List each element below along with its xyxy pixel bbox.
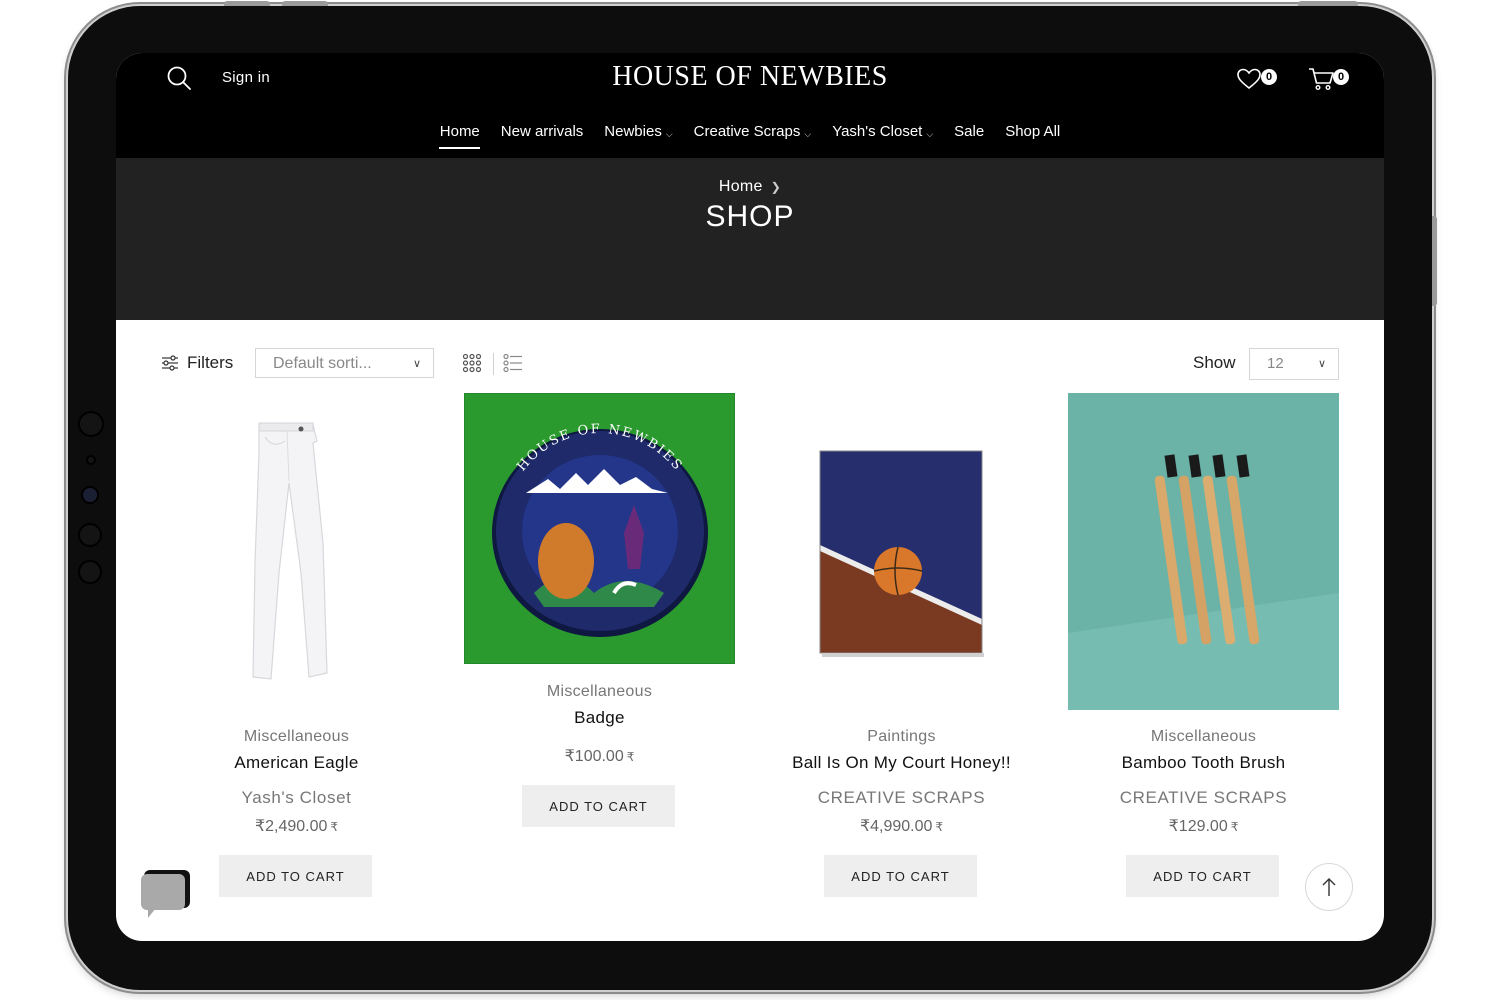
grid-view-icon[interactable] <box>462 353 482 373</box>
arrow-up-icon <box>1322 878 1336 896</box>
price-value: ₹100.00 <box>564 748 624 765</box>
product-category: Miscellaneous <box>1150 728 1257 745</box>
product-card[interactable]: Miscellaneous Bamboo Tooth Brush CREATIV… <box>1068 393 1339 903</box>
breadcrumb-home-link[interactable]: Home <box>719 178 763 195</box>
sort-select[interactable]: Default sorti... ∨ <box>255 348 434 378</box>
chevron-right-icon: ❯ <box>770 180 782 194</box>
filters-label: Filters <box>187 353 234 372</box>
product-image-toothbrushes[interactable] <box>1068 393 1339 710</box>
nav-label: Creative Scraps <box>693 123 801 140</box>
add-to-cart-button[interactable]: ADD TO CART <box>219 855 372 897</box>
filters-button[interactable]: Filters <box>161 353 233 373</box>
cart-icon[interactable] <box>1308 67 1336 91</box>
device-sensor <box>80 525 100 545</box>
nav-item-yashs-closet[interactable]: Yash's Closet ⌵ <box>822 123 944 149</box>
page-title: SHOP <box>705 200 795 233</box>
currency-symbol: ₹ <box>626 750 635 764</box>
chevron-down-icon: ⌵ <box>665 129 673 139</box>
nav-item-newbies[interactable]: Newbies ⌵ <box>594 123 683 149</box>
back-to-top-button[interactable] <box>1305 863 1353 911</box>
brand-logo[interactable]: HOUSE OF NEWBIES <box>116 61 1384 93</box>
site-header: Sign in HOUSE OF NEWBIES 0 0 Home New ar… <box>116 53 1384 158</box>
list-view-icon[interactable] <box>503 353 523 373</box>
nav-item-creative-scraps[interactable]: Creative Scraps ⌵ <box>683 123 822 149</box>
product-card[interactable]: Paintings Ball Is On My Court Honey!! CR… <box>766 393 1037 903</box>
product-price: ₹100.00 ₹ <box>464 746 735 766</box>
device-sensor <box>80 413 102 435</box>
currency-symbol: ₹ <box>1230 820 1239 834</box>
device-power-button <box>1298 1 1358 6</box>
page-banner: Home ❯ SHOP <box>116 158 1384 320</box>
product-card[interactable]: Miscellaneous American Eagle Yash's Clos… <box>161 393 432 903</box>
device-sensor <box>80 562 100 582</box>
nav-item-sale[interactable]: Sale <box>944 123 995 149</box>
price-value: ₹129.00 <box>1168 818 1228 835</box>
chat-bubble-icon[interactable] <box>140 868 192 920</box>
add-to-cart-button[interactable]: ADD TO CART <box>824 855 977 897</box>
product-brand[interactable]: CREATIVE SCRAPS <box>1068 788 1339 808</box>
nav-item-shop-all[interactable]: Shop All <box>995 123 1071 149</box>
chevron-down-icon: ∨ <box>412 358 421 370</box>
product-brand[interactable]: Yash's Closet <box>161 788 432 808</box>
chevron-down-icon: ⌵ <box>804 129 812 139</box>
product-name[interactable]: Badge <box>464 708 735 728</box>
wishlist-count-badge: 0 <box>1261 69 1277 85</box>
filter-sliders-icon <box>162 355 178 371</box>
chevron-down-icon: ⌵ <box>926 129 934 139</box>
product-category: Miscellaneous <box>546 683 653 700</box>
cart-count-badge: 0 <box>1333 69 1349 85</box>
chevron-down-icon: ∨ <box>1317 358 1326 370</box>
currency-symbol: ₹ <box>935 820 944 834</box>
per-page-value: 12 <box>1267 355 1284 372</box>
show-label: Show <box>1193 353 1236 372</box>
product-image-painting[interactable] <box>766 393 1037 710</box>
product-price: ₹2,490.00 ₹ <box>161 816 432 836</box>
device-camera <box>83 488 97 502</box>
nav-label: Shop All <box>1005 123 1061 140</box>
screen: Sign in HOUSE OF NEWBIES 0 0 Home New ar… <box>116 53 1384 941</box>
nav-item-new-arrivals[interactable]: New arrivals <box>490 123 594 149</box>
main-navigation: Home New arrivals Newbies ⌵ Creative Scra… <box>116 123 1384 149</box>
add-to-cart-button[interactable]: ADD TO CART <box>1126 855 1279 897</box>
nav-label: New arrivals <box>500 123 584 140</box>
device-side-button <box>1432 216 1437 306</box>
price-value: ₹4,990.00 <box>859 818 933 835</box>
sort-value: Default sorti... <box>273 355 372 372</box>
device-volume-button <box>224 1 270 6</box>
nav-item-home[interactable]: Home <box>429 123 490 149</box>
divider <box>493 353 494 375</box>
product-name[interactable]: American Eagle <box>161 753 432 773</box>
price-value: ₹2,490.00 <box>254 818 328 835</box>
wishlist-heart-icon[interactable] <box>1236 67 1262 91</box>
shop-toolbar: Filters Default sorti... ∨ Show 12 ∨ <box>116 348 1384 382</box>
product-category: Miscellaneous <box>243 728 350 745</box>
per-page-select[interactable]: 12 ∨ <box>1249 348 1339 380</box>
product-brand[interactable]: CREATIVE SCRAPS <box>766 788 1037 808</box>
device-volume-button <box>282 1 328 6</box>
product-image-badge[interactable]: HOUSE OF NEWBIES <box>464 393 735 664</box>
nav-label: Yash's Closet <box>832 123 923 140</box>
breadcrumb: Home ❯ <box>116 178 1384 196</box>
nav-label: Sale <box>954 123 985 140</box>
product-name[interactable]: Ball Is On My Court Honey!! <box>766 753 1037 773</box>
nav-label: Newbies <box>604 123 662 140</box>
product-price: ₹4,990.00 ₹ <box>766 816 1037 836</box>
product-card[interactable]: HOUSE OF NEWBIES Miscellaneous Badge ₹10… <box>464 393 735 833</box>
product-image-jeans[interactable] <box>161 393 432 710</box>
product-price: ₹129.00 ₹ <box>1068 816 1339 836</box>
device-sensor <box>88 457 94 463</box>
product-category: Paintings <box>867 728 936 745</box>
product-name[interactable]: Bamboo Tooth Brush <box>1068 753 1339 773</box>
currency-symbol: ₹ <box>330 820 339 834</box>
nav-label: Home <box>439 123 480 140</box>
add-to-cart-button[interactable]: ADD TO CART <box>522 785 675 827</box>
